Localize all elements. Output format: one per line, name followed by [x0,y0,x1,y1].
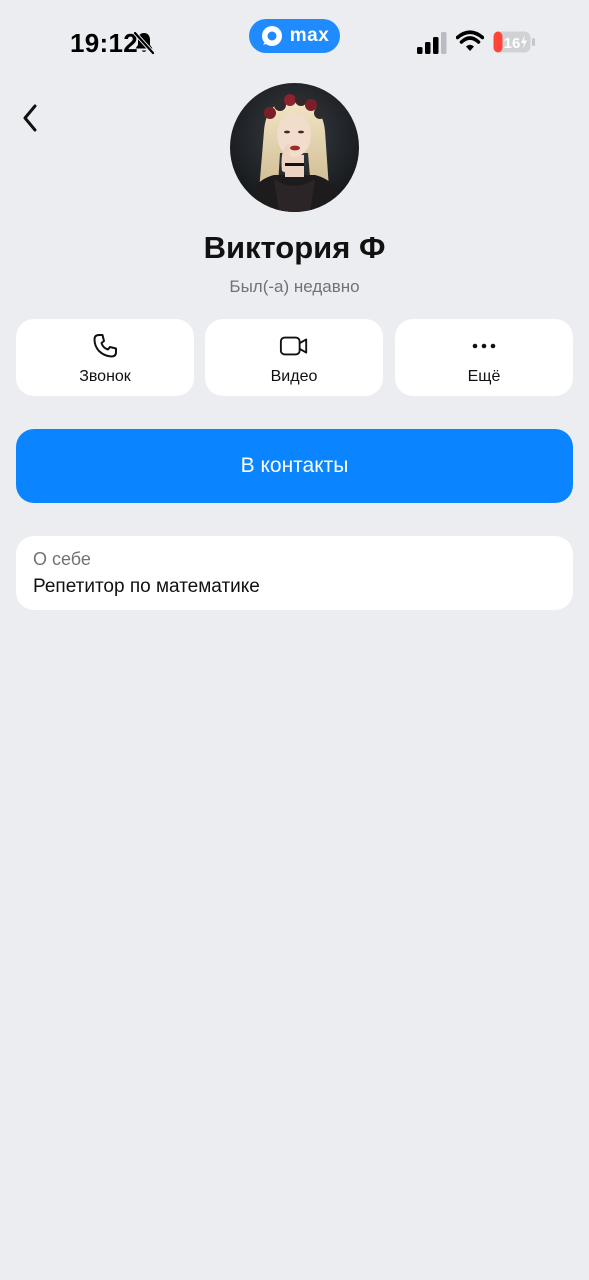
video-camera-icon [279,332,309,360]
bell-off-icon [133,31,155,55]
battery-low-icon: 16 [493,31,535,53]
more-dots-icon [469,332,499,360]
add-to-contacts-button[interactable]: В контакты [16,429,573,503]
phone-icon [90,332,120,360]
chevron-left-icon [23,104,37,132]
about-title: О себе [33,549,91,569]
call-button[interactable]: Звонок [16,319,194,396]
profile-status: Был(-а) недавно [229,277,360,296]
about-card: О себе Репетитор по математике [16,536,573,610]
call-button-label: Звонок [79,368,131,385]
avatar-photo [230,83,359,212]
video-button-label: Видео [270,368,318,385]
max-app-badge[interactable]: max [249,19,340,53]
status-time: 19:12 [70,28,138,58]
cellular-signal-icon [417,32,447,54]
contact-profile-screen: 19:12 max 16 Виктория Ф Был(-а) недавно … [0,0,589,1280]
more-button[interactable]: Ещё [395,319,573,396]
back-button[interactable] [12,98,48,138]
profile-name: Виктория Ф [203,230,386,265]
more-button-label: Ещё [467,368,501,385]
add-to-contacts-label: В контакты [240,454,349,477]
about-text: Репетитор по математике [33,576,260,597]
max-logo-icon [261,26,282,46]
wifi-icon [456,30,484,51]
battery-level-text: 16 [504,35,521,52]
video-button[interactable]: Видео [205,319,383,396]
max-app-label: max [289,25,330,46]
avatar[interactable] [230,83,359,212]
action-buttons: Звонок Видео Ещё [16,319,573,396]
status-bar: 19:12 max 16 [0,0,589,80]
